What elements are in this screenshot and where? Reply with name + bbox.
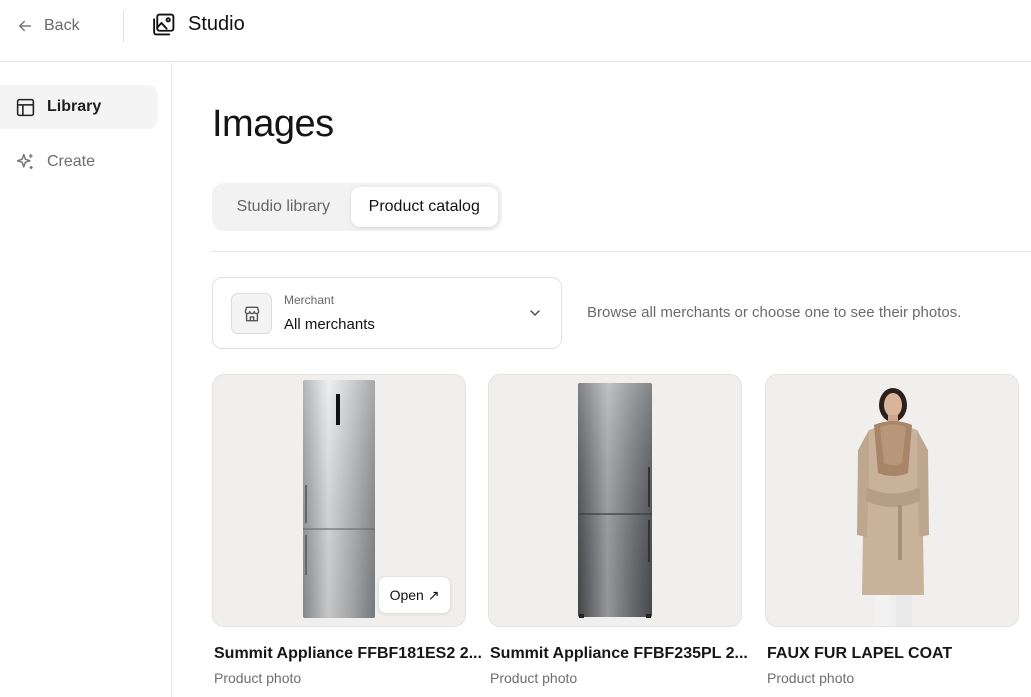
top-bar: Back Studio xyxy=(0,0,1031,62)
product-image[interactable]: Open ↗ xyxy=(212,374,466,627)
refrigerator-photo xyxy=(578,383,652,618)
sparkle-icon xyxy=(16,153,33,169)
merchant-value: All merchants xyxy=(284,316,375,333)
product-title: Summit Appliance FFBF235PL 2... xyxy=(490,645,748,662)
sidebar-item-library[interactable]: Library xyxy=(0,85,158,129)
coat-model-photo xyxy=(857,388,929,626)
open-button[interactable]: Open ↗ xyxy=(378,576,451,614)
product-title: FAUX FUR LAPEL COAT xyxy=(767,645,953,662)
layout-icon xyxy=(16,98,35,116)
product-subtitle: Product photo xyxy=(214,670,302,686)
chevron-down-icon xyxy=(530,310,540,316)
tab-group: Studio library Product catalog xyxy=(212,183,502,231)
app-title: Studio xyxy=(188,13,245,35)
product-subtitle: Product photo xyxy=(490,670,578,686)
header-divider xyxy=(123,10,124,42)
tab-studio-library[interactable]: Studio library xyxy=(216,187,351,227)
back-button[interactable]: Back xyxy=(16,13,80,39)
section-divider xyxy=(212,251,1031,252)
sidebar-item-label: Library xyxy=(47,98,102,115)
sidebar-item-label: Create xyxy=(47,153,96,170)
product-image[interactable] xyxy=(765,374,1019,627)
merchant-icon-box xyxy=(231,293,272,334)
tab-product-catalog[interactable]: Product catalog xyxy=(350,187,498,227)
merchant-hint: Browse all merchants or choose one to se… xyxy=(587,304,962,321)
images-icon xyxy=(153,13,175,36)
page-title: Images xyxy=(212,103,334,145)
sidebar: Library Create xyxy=(0,63,172,697)
arrow-left-icon xyxy=(19,20,31,32)
sidebar-item-create[interactable]: Create xyxy=(0,140,158,184)
merchant-select[interactable]: Merchant All merchants xyxy=(212,277,562,349)
product-card[interactable]: Open ↗ Summit Appliance FFBF181ES2 2... … xyxy=(212,374,482,686)
product-image[interactable] xyxy=(488,374,742,627)
main-content: Images Studio library Product catalog Me… xyxy=(172,63,1031,697)
back-label: Back xyxy=(44,17,80,34)
product-title: Summit Appliance FFBF181ES2 2... xyxy=(214,645,482,662)
product-card[interactable]: Summit Appliance FFBF235PL 2... Product … xyxy=(488,374,748,686)
product-subtitle: Product photo xyxy=(767,670,855,686)
app-brand: Studio xyxy=(151,12,245,37)
store-icon xyxy=(244,306,259,321)
merchant-label: Merchant xyxy=(284,293,335,307)
product-card[interactable]: FAUX FUR LAPEL COAT Product photo xyxy=(765,374,1019,686)
